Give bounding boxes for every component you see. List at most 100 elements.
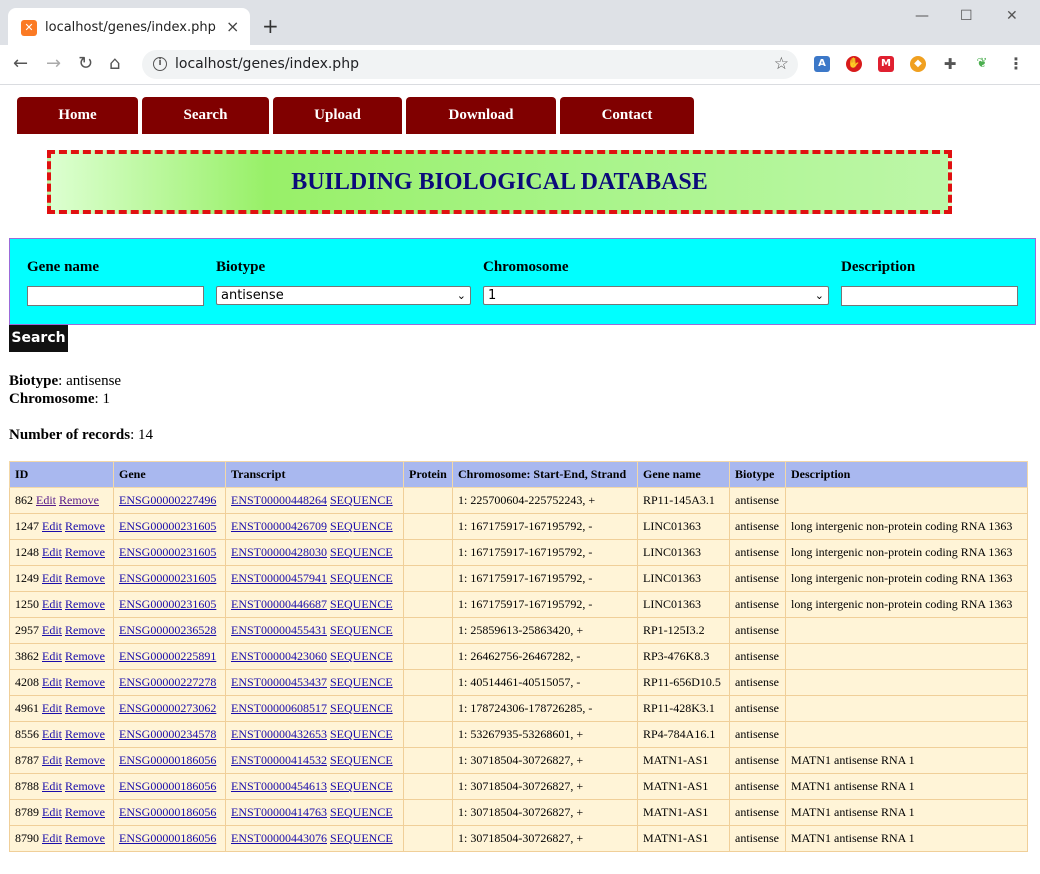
remove-link[interactable]: Remove — [59, 493, 99, 507]
remove-link[interactable]: Remove — [65, 597, 105, 611]
chromosome-select[interactable]: 1 ⌄ — [483, 286, 829, 305]
gene-link[interactable]: ENSG00000186056 — [119, 805, 216, 819]
kebab-menu-icon[interactable]: ⋮ — [1008, 54, 1024, 74]
nav-search[interactable]: Search — [142, 97, 269, 134]
gene-link[interactable]: ENSG00000186056 — [119, 831, 216, 845]
reload-icon[interactable]: ↻ — [78, 54, 93, 74]
edit-link[interactable]: Edit — [42, 597, 62, 611]
nav-home[interactable]: Home — [17, 97, 138, 134]
remove-link[interactable]: Remove — [65, 805, 105, 819]
gene-link[interactable]: ENSG00000225891 — [119, 649, 216, 663]
sequence-link[interactable]: SEQUENCE — [330, 727, 393, 741]
sequence-link[interactable]: SEQUENCE — [330, 519, 393, 533]
transcript-link[interactable]: ENST00000457941 — [231, 571, 327, 585]
address-bar[interactable]: i localhost/genes/index.php ☆ — [142, 50, 798, 79]
home-icon[interactable]: ⌂ — [109, 54, 120, 74]
close-tab-icon[interactable]: × — [226, 18, 239, 36]
transcript-link[interactable]: ENST00000428030 — [231, 545, 327, 559]
gene-link[interactable]: ENSG00000236528 — [119, 623, 216, 637]
transcript-link[interactable]: ENST00000608517 — [231, 701, 327, 715]
description-input[interactable] — [841, 286, 1018, 306]
sequence-link[interactable]: SEQUENCE — [330, 571, 393, 585]
edit-link[interactable]: Edit — [42, 727, 62, 741]
gene-link[interactable]: ENSG00000273062 — [119, 701, 216, 715]
transcript-link[interactable]: ENST00000423060 — [231, 649, 327, 663]
biotype-select[interactable]: antisense ⌄ — [216, 286, 471, 305]
gene-name-input[interactable] — [27, 286, 204, 306]
search-button[interactable]: Search — [9, 325, 68, 352]
forward-icon[interactable]: → — [46, 54, 61, 74]
nav-contact[interactable]: Contact — [560, 97, 694, 134]
info-icon[interactable]: i — [153, 57, 167, 71]
remove-link[interactable]: Remove — [65, 727, 105, 741]
remove-link[interactable]: Remove — [65, 545, 105, 559]
url-text[interactable]: localhost/genes/index.php — [175, 56, 359, 73]
gene-link[interactable]: ENSG00000231605 — [119, 545, 216, 559]
transcript-link[interactable]: ENST00000448264 — [231, 493, 327, 507]
edit-link[interactable]: Edit — [42, 519, 62, 533]
extension-icon[interactable]: M — [878, 56, 894, 72]
adblock-icon[interactable]: ✋ — [846, 56, 862, 72]
edit-link[interactable]: Edit — [42, 675, 62, 689]
close-window-icon[interactable]: ✕ — [1006, 8, 1018, 24]
transcript-link[interactable]: ENST00000453437 — [231, 675, 327, 689]
minimize-icon[interactable]: — — [915, 8, 929, 24]
sequence-link[interactable]: SEQUENCE — [330, 493, 393, 507]
remove-link[interactable]: Remove — [65, 701, 105, 715]
puzzle-icon[interactable]: ✚ — [942, 56, 958, 72]
gene-link[interactable]: ENSG00000186056 — [119, 753, 216, 767]
remove-link[interactable]: Remove — [65, 649, 105, 663]
sequence-link[interactable]: SEQUENCE — [330, 649, 393, 663]
leaf-icon[interactable]: ❦ — [974, 56, 990, 72]
remove-link[interactable]: Remove — [65, 831, 105, 845]
new-tab-icon[interactable]: + — [262, 16, 279, 36]
transcript-link[interactable]: ENST00000443076 — [231, 831, 327, 845]
edit-link[interactable]: Edit — [42, 545, 62, 559]
sequence-link[interactable]: SEQUENCE — [330, 623, 393, 637]
extension-icon[interactable]: A — [814, 56, 830, 72]
remove-link[interactable]: Remove — [65, 675, 105, 689]
edit-link[interactable]: Edit — [42, 571, 62, 585]
sequence-link[interactable]: SEQUENCE — [330, 805, 393, 819]
remove-link[interactable]: Remove — [65, 519, 105, 533]
gene-link[interactable]: ENSG00000186056 — [119, 779, 216, 793]
sequence-link[interactable]: SEQUENCE — [330, 753, 393, 767]
edit-link[interactable]: Edit — [42, 623, 62, 637]
transcript-link[interactable]: ENST00000432653 — [231, 727, 327, 741]
back-icon[interactable]: ← — [13, 54, 28, 74]
transcript-link[interactable]: ENST00000414763 — [231, 805, 327, 819]
edit-link[interactable]: Edit — [42, 779, 62, 793]
sequence-link[interactable]: SEQUENCE — [330, 831, 393, 845]
edit-link[interactable]: Edit — [42, 753, 62, 767]
edit-link[interactable]: Edit — [42, 805, 62, 819]
transcript-link[interactable]: ENST00000414532 — [231, 753, 327, 767]
remove-link[interactable]: Remove — [65, 753, 105, 767]
sequence-link[interactable]: SEQUENCE — [330, 701, 393, 715]
maximize-icon[interactable]: ☐ — [960, 8, 973, 24]
edit-link[interactable]: Edit — [42, 831, 62, 845]
sequence-link[interactable]: SEQUENCE — [330, 597, 393, 611]
transcript-link[interactable]: ENST00000454613 — [231, 779, 327, 793]
edit-link[interactable]: Edit — [42, 649, 62, 663]
gene-link[interactable]: ENSG00000231605 — [119, 571, 216, 585]
remove-link[interactable]: Remove — [65, 571, 105, 585]
transcript-link[interactable]: ENST00000446687 — [231, 597, 327, 611]
nav-upload[interactable]: Upload — [273, 97, 402, 134]
remove-link[interactable]: Remove — [65, 623, 105, 637]
sequence-link[interactable]: SEQUENCE — [330, 545, 393, 559]
extension-icon[interactable]: ◆ — [910, 56, 926, 72]
gene-link[interactable]: ENSG00000227278 — [119, 675, 216, 689]
transcript-link[interactable]: ENST00000426709 — [231, 519, 327, 533]
gene-link[interactable]: ENSG00000227496 — [119, 493, 216, 507]
edit-link[interactable]: Edit — [36, 493, 56, 507]
bookmark-star-icon[interactable]: ☆ — [774, 54, 789, 74]
remove-link[interactable]: Remove — [65, 779, 105, 793]
edit-link[interactable]: Edit — [42, 701, 62, 715]
sequence-link[interactable]: SEQUENCE — [330, 675, 393, 689]
gene-link[interactable]: ENSG00000234578 — [119, 727, 216, 741]
sequence-link[interactable]: SEQUENCE — [330, 779, 393, 793]
gene-link[interactable]: ENSG00000231605 — [119, 519, 216, 533]
gene-link[interactable]: ENSG00000231605 — [119, 597, 216, 611]
nav-download[interactable]: Download — [406, 97, 556, 134]
browser-tab[interactable]: ✕ localhost/genes/index.php × — [8, 8, 250, 45]
